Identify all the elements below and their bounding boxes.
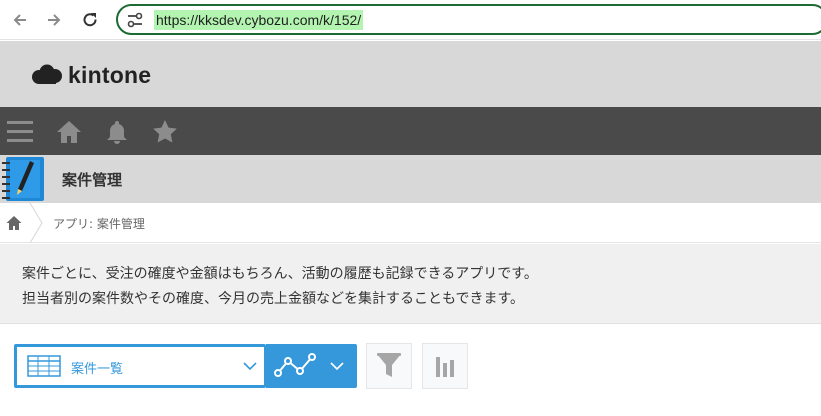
filter-icon bbox=[377, 353, 401, 377]
line-graph-icon bbox=[274, 353, 316, 377]
notifications-button[interactable] bbox=[103, 118, 131, 146]
description-line: 担当者別の案件数やその確度、今月の売上金額などを集計することもできます。 bbox=[22, 291, 525, 307]
table-view-icon bbox=[27, 355, 61, 377]
cloud-logo-icon bbox=[32, 64, 62, 84]
view-selector[interactable]: 案件一覧 bbox=[14, 344, 266, 388]
chevron-down-icon bbox=[243, 362, 257, 371]
graph-view-button[interactable] bbox=[266, 344, 357, 388]
menu-icon bbox=[7, 121, 33, 142]
breadcrumb: アプリ: 案件管理 bbox=[0, 203, 821, 243]
arrow-right-icon bbox=[48, 14, 61, 26]
star-icon bbox=[153, 120, 177, 143]
home-icon bbox=[57, 121, 81, 143]
bar-chart-icon bbox=[436, 357, 454, 377]
browser-toolbar: https://kksdev.cybozu.com/k/152/ bbox=[0, 0, 821, 40]
view-name: 案件一覧 bbox=[71, 362, 124, 377]
chevron-down-icon bbox=[330, 362, 344, 371]
back-button[interactable] bbox=[8, 8, 32, 32]
breadcrumb-current[interactable]: アプリ: 案件管理 bbox=[53, 215, 145, 232]
site-settings-icon[interactable] bbox=[126, 12, 144, 28]
notebook-app-icon bbox=[2, 157, 44, 201]
forward-button[interactable] bbox=[42, 8, 66, 32]
breadcrumb-separator bbox=[29, 203, 43, 243]
view-selector-field[interactable]: 案件一覧 bbox=[17, 347, 264, 385]
description-line: 案件ごとに、受注の確度や金額はもちろん、活動の履歴も記録できるアプリです。 bbox=[22, 266, 538, 282]
app-description: 案件ごとに、受注の確度や金額はもちろん、活動の履歴も記録できるアプリです。 担当… bbox=[0, 244, 821, 324]
breadcrumb-home-icon[interactable] bbox=[6, 215, 22, 231]
logo-text: kintone bbox=[68, 61, 152, 88]
filter-button[interactable] bbox=[366, 343, 412, 389]
favorites-button[interactable] bbox=[151, 118, 179, 146]
url-text[interactable]: https://kksdev.cybozu.com/k/152/ bbox=[154, 10, 364, 30]
global-navigation bbox=[0, 107, 821, 155]
kintone-header: kintone bbox=[0, 41, 821, 107]
address-bar[interactable]: https://kksdev.cybozu.com/k/152/ bbox=[116, 4, 821, 35]
reload-button[interactable] bbox=[78, 8, 102, 32]
menu-button[interactable] bbox=[6, 118, 34, 146]
reload-icon bbox=[83, 13, 97, 27]
aggregate-chart-button[interactable] bbox=[422, 343, 468, 389]
app-title-bar: 案件管理 bbox=[0, 155, 821, 203]
arrow-left-icon bbox=[13, 14, 26, 26]
kintone-logo[interactable]: kintone bbox=[30, 62, 151, 88]
bell-icon bbox=[107, 121, 127, 144]
home-button[interactable] bbox=[55, 118, 83, 146]
app-title: 案件管理 bbox=[62, 171, 123, 189]
